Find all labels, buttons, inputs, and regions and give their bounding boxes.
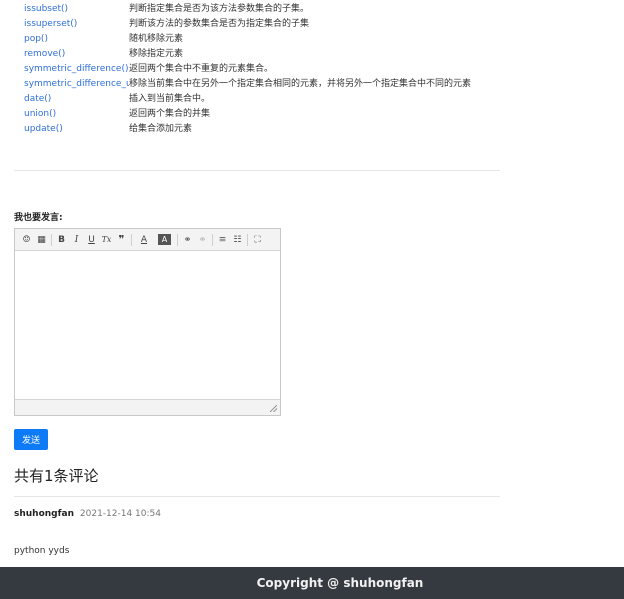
method-description: 返回两个集合的并集	[129, 109, 211, 119]
method-description: 给集合添加元素	[129, 124, 193, 134]
comment-divider	[14, 496, 500, 497]
toolbar-separator	[131, 233, 132, 246]
link-icon[interactable]: ⚭	[180, 232, 195, 248]
toolbar-separator	[247, 233, 248, 246]
comment-body: python yyds	[14, 546, 70, 556]
send-button[interactable]: 发送	[14, 429, 48, 450]
method-description: 插入到当前集合中。	[129, 94, 211, 104]
comment-meta: shuhongfan 2021-12-14 10:54	[14, 509, 161, 519]
comment-timestamp: 2021-12-14 10:54	[79, 509, 161, 519]
editor-statusbar	[15, 399, 280, 415]
clear-format-icon[interactable]: Tx	[99, 232, 114, 248]
comment-form-label: 我也要发言:	[14, 213, 63, 223]
method-description: 返回两个集合中不重复的元素集合。	[129, 64, 274, 74]
method-row: date() 插入到当前集合中。	[24, 92, 471, 107]
method-row: symmetric_difference_update() 移除当前集合中在另外…	[24, 77, 471, 92]
method-link[interactable]: issuperset()	[24, 17, 129, 32]
method-row: remove() 移除指定元素	[24, 47, 471, 62]
method-link[interactable]: pop()	[24, 32, 129, 47]
method-description: 判断该方法的参数集合是否为指定集合的子集	[129, 19, 310, 29]
method-table: issubset() 判断指定集合是否为该方法参数集合的子集。 issupers…	[24, 2, 471, 137]
method-row: symmetric_difference() 返回两个集合中不重复的元素集合。	[24, 62, 471, 77]
page-footer: Copyright @ shuhongfan	[0, 567, 624, 599]
emoji-icon[interactable]: ☺	[19, 232, 34, 248]
toolbar-separator	[212, 233, 213, 246]
toolbar-separator	[51, 233, 52, 246]
comment-textarea[interactable]	[15, 251, 280, 399]
footer-copyright: Copyright @ shuhongfan	[256, 576, 424, 590]
method-row: issuperset() 判断该方法的参数集合是否为指定集合的子集	[24, 17, 471, 32]
font-color-icon[interactable]: A	[134, 232, 154, 248]
method-description: 移除当前集合中在另外一个指定集合相同的元素，并将另外一个指定集合中不同的元素	[129, 79, 472, 89]
rich-text-editor: ☺ ▦ B I U Tx ❞ A A ⚭ ⚭ ≡ ☷ ⛶	[14, 228, 281, 416]
code-block-icon[interactable]: ▦	[34, 232, 49, 248]
method-link[interactable]: symmetric_difference_update()	[24, 77, 129, 92]
method-link[interactable]: symmetric_difference()	[24, 62, 129, 77]
underline-icon[interactable]: U	[84, 232, 99, 248]
method-link[interactable]: union()	[24, 107, 129, 122]
method-description: 随机移除元素	[129, 34, 184, 44]
unordered-list-icon[interactable]: ☷	[230, 232, 245, 248]
method-link[interactable]: issubset()	[24, 2, 129, 17]
fullscreen-icon[interactable]: ⛶	[250, 232, 265, 248]
background-color-icon[interactable]: A	[158, 234, 171, 245]
unlink-icon[interactable]: ⚭	[195, 232, 210, 248]
method-row: union() 返回两个集合的并集	[24, 107, 471, 122]
ordered-list-icon[interactable]: ≡	[215, 232, 230, 248]
method-row: pop() 随机移除元素	[24, 32, 471, 47]
bold-icon[interactable]: B	[54, 232, 69, 248]
method-row: issubset() 判断指定集合是否为该方法参数集合的子集。	[24, 2, 471, 17]
method-description: 移除指定元素	[129, 49, 184, 59]
comment-author: shuhongfan	[14, 509, 75, 519]
method-link[interactable]: date()	[24, 92, 129, 107]
italic-icon[interactable]: I	[69, 232, 84, 248]
section-divider	[14, 170, 500, 171]
method-row: update() 给集合添加元素	[24, 122, 471, 137]
comment-count-heading: 共有1条评论	[14, 467, 99, 485]
editor-toolbar: ☺ ▦ B I U Tx ❞ A A ⚭ ⚭ ≡ ☷ ⛶	[15, 229, 280, 251]
quote-icon[interactable]: ❞	[114, 232, 129, 248]
method-description: 判断指定集合是否为该方法参数集合的子集。	[129, 4, 310, 14]
toolbar-separator	[177, 233, 178, 246]
resize-grip-icon[interactable]	[270, 405, 277, 412]
method-link[interactable]: remove()	[24, 47, 129, 62]
method-link[interactable]: update()	[24, 122, 129, 137]
